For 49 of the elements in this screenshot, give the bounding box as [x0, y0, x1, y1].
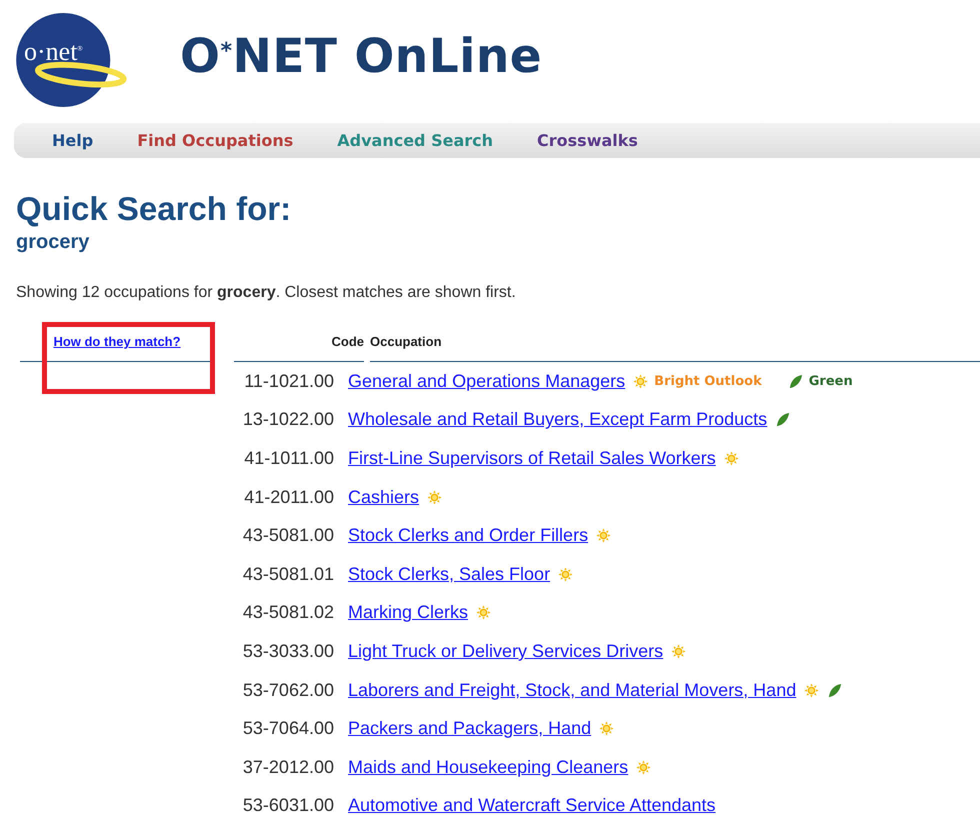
- occupation-link[interactable]: Marking Clerks: [348, 602, 468, 624]
- occupation-code: 43-5081.02: [242, 602, 335, 624]
- occupation-link[interactable]: Wholesale and Retail Buyers, Except Farm Products: [348, 409, 768, 430]
- sun-icon: [633, 374, 648, 389]
- sun-icon: [671, 644, 686, 659]
- leaf-icon: [775, 412, 790, 428]
- leaf-icon: [827, 682, 842, 698]
- sun-icon: [558, 566, 574, 582]
- sun-icon: [596, 528, 612, 544]
- occupation-code: 41-1011.00: [243, 448, 335, 469]
- sun-icon: [724, 450, 739, 466]
- sun-icon: [476, 605, 492, 620]
- occupation-code: 37-2012.00: [242, 756, 335, 778]
- occupation-code: 53-7062.00: [242, 680, 335, 701]
- occupation-link[interactable]: Maids and Housekeeping Cleaners: [348, 756, 628, 778]
- site-title: O$^{*}$NET OnLine: [180, 28, 542, 84]
- occupation-link[interactable]: Light Truck or Delivery Services Drivers: [348, 640, 664, 662]
- occupation-code: 41-2011.00: [243, 486, 335, 508]
- search-query: grocery: [16, 231, 90, 254]
- occupation-link[interactable]: Cashiers: [348, 486, 420, 508]
- column-header: Occupation: [370, 322, 980, 362]
- occupation-link[interactable]: Automotive and Watercraft Service Attendants: [348, 795, 716, 815]
- sun-icon: [599, 721, 614, 736]
- sun-icon: [804, 682, 820, 698]
- occupation-link[interactable]: Packers and Packagers, Hand: [348, 718, 592, 740]
- occupation-link[interactable]: Stock Clerks and Order Fillers: [348, 525, 588, 546]
- eco-label: Green: [808, 374, 853, 389]
- occupation-code: 13-1022.00: [242, 409, 335, 430]
- nav-link[interactable]: Help: [52, 131, 94, 150]
- sun-icon: [636, 760, 652, 775]
- occupation-link[interactable]: First-Line Supervisors of Retail Sales Workers: [348, 448, 716, 469]
- occupation-link[interactable]: Laborers and Freight, Stock, and Material Movers, Hand: [348, 680, 796, 701]
- nav-link[interactable]: Find Occupations: [137, 131, 294, 150]
- column-header: Code: [234, 322, 364, 362]
- occupation-code: 53-6031.00: [242, 795, 335, 815]
- occupation-code: 53-3033.00: [242, 640, 335, 662]
- occupation-code: 53-7064.00: [242, 718, 335, 740]
- occupation-code: 43-5081.01: [242, 564, 335, 585]
- occupation-code: 11-1021.00: [243, 370, 335, 392]
- occupation-link[interactable]: General and Operations Managers: [348, 370, 626, 392]
- nav-link[interactable]: Crosswalks: [537, 131, 638, 150]
- sun-icon: [427, 490, 442, 505]
- how-match-link[interactable]: How do they match?: [53, 334, 181, 349]
- occupation-code: 43-5081.00: [242, 525, 335, 546]
- page-heading: Quick Search for:: [16, 192, 292, 225]
- leaf-icon: [788, 374, 803, 389]
- occupation-link[interactable]: Stock Clerks, Sales Floor: [348, 564, 550, 585]
- bright-outlook-label: Bright Outlook: [654, 374, 762, 389]
- results-summary: Showing 12 occupations for grocery. Closest matches are shown first.: [16, 284, 517, 302]
